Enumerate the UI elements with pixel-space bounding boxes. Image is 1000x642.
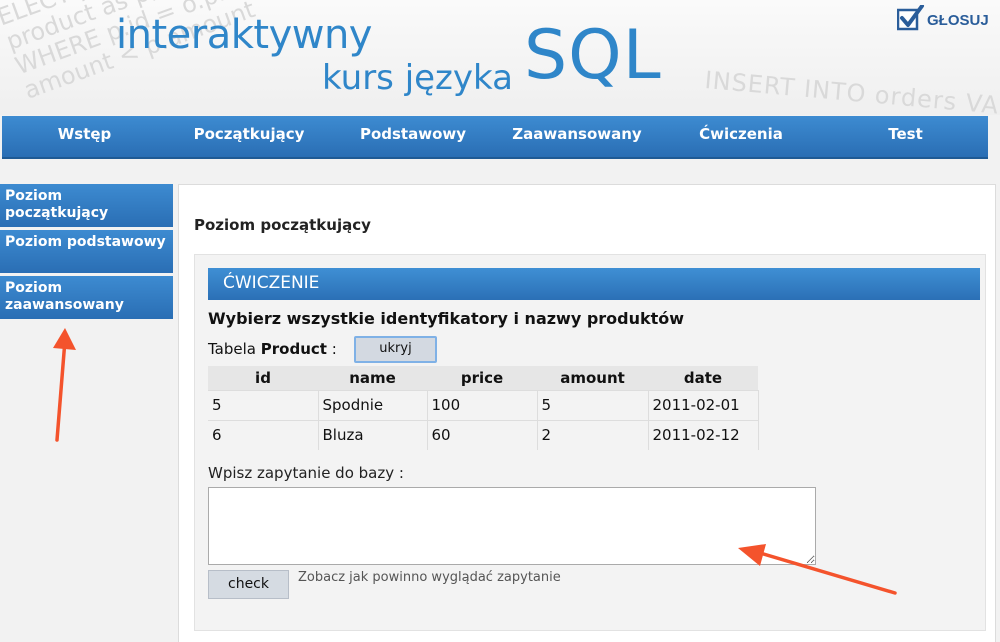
column-header-name: name bbox=[318, 366, 427, 390]
table-header-row: id name price amount date bbox=[208, 366, 758, 390]
nav-item-zaawansowany[interactable]: Zaawansowany bbox=[495, 116, 659, 157]
query-input[interactable] bbox=[208, 487, 816, 565]
nav-item-podstawowy[interactable]: Podstawowy bbox=[331, 116, 495, 157]
table-cell: 100 bbox=[427, 389, 538, 420]
table-cell: 5 bbox=[208, 389, 319, 420]
checkbox-check-icon bbox=[896, 4, 925, 35]
logo-sql: SQL bbox=[524, 16, 662, 95]
annotation-arrow-left-icon bbox=[738, 544, 897, 595]
nav-item-poczatkujacy[interactable]: Początkujący bbox=[167, 116, 331, 157]
sidebar-item-zaawansowany[interactable]: Poziom zaawansowany bbox=[0, 276, 173, 319]
table-label-suffix: : bbox=[331, 340, 337, 358]
table-cell: 2011-02-12 bbox=[648, 419, 759, 450]
sidebar-item-poczatkujacy[interactable]: Poziom początkujący bbox=[0, 184, 173, 227]
table-label: Tabela Product : bbox=[208, 340, 337, 358]
exercise-header: ĆWICZENIE bbox=[208, 268, 980, 300]
logo-title-line2: kurs języka bbox=[322, 58, 513, 98]
table-cell: Spodnie bbox=[318, 389, 428, 420]
column-header-id: id bbox=[208, 366, 318, 390]
vote-label: GŁOSUJ bbox=[927, 11, 989, 29]
product-table: id name price amount date 5 Spodnie 100 … bbox=[208, 366, 759, 450]
table-cell: Bluza bbox=[318, 419, 428, 450]
table-label-prefix: Tabela bbox=[208, 340, 256, 358]
logo-title-line1: interaktywny bbox=[116, 12, 372, 58]
annotation-arrow-up-icon bbox=[53, 328, 76, 442]
hide-table-button[interactable]: ukryj bbox=[354, 336, 437, 363]
nav-item-cwiczenia[interactable]: Ćwiczenia bbox=[659, 116, 823, 157]
table-cell: 60 bbox=[427, 419, 538, 450]
table-name: Product bbox=[260, 340, 327, 358]
vote-button[interactable]: GŁOSUJ bbox=[896, 4, 989, 35]
main-nav: Wstęp Początkujący Podstawowy Zaawansowa… bbox=[2, 116, 988, 159]
nav-item-wstep[interactable]: Wstęp bbox=[2, 116, 167, 157]
check-button[interactable]: check bbox=[208, 570, 289, 599]
column-header-amount: amount bbox=[537, 366, 648, 390]
sidebar-item-podstawowy[interactable]: Poziom podstawowy bbox=[0, 230, 173, 273]
page-title: Poziom początkujący bbox=[194, 216, 371, 234]
table-cell: 5 bbox=[537, 389, 649, 420]
query-label: Wpisz zapytanie do bazy : bbox=[208, 464, 404, 482]
column-header-date: date bbox=[648, 366, 758, 390]
exercise-task: Wybierz wszystkie identyfikatory i nazwy… bbox=[208, 309, 685, 328]
page-header: ELECT p.id, p. product as p, or WHERE p.… bbox=[0, 0, 1000, 115]
nav-item-test[interactable]: Test bbox=[823, 116, 988, 157]
show-query-link[interactable]: Zobacz jak powinno wyglądać zapytanie bbox=[298, 570, 561, 585]
table-cell: 2011-02-01 bbox=[648, 389, 759, 420]
table-cell: 2 bbox=[537, 419, 649, 450]
background-sql-decoration-right: INSERT INTO orders VA bbox=[703, 66, 1000, 115]
table-row: 5 Spodnie 100 5 2011-02-01 bbox=[208, 389, 759, 420]
column-header-price: price bbox=[427, 366, 537, 390]
table-row: 6 Bluza 60 2 2011-02-12 bbox=[208, 419, 759, 450]
table-cell: 6 bbox=[208, 419, 319, 450]
